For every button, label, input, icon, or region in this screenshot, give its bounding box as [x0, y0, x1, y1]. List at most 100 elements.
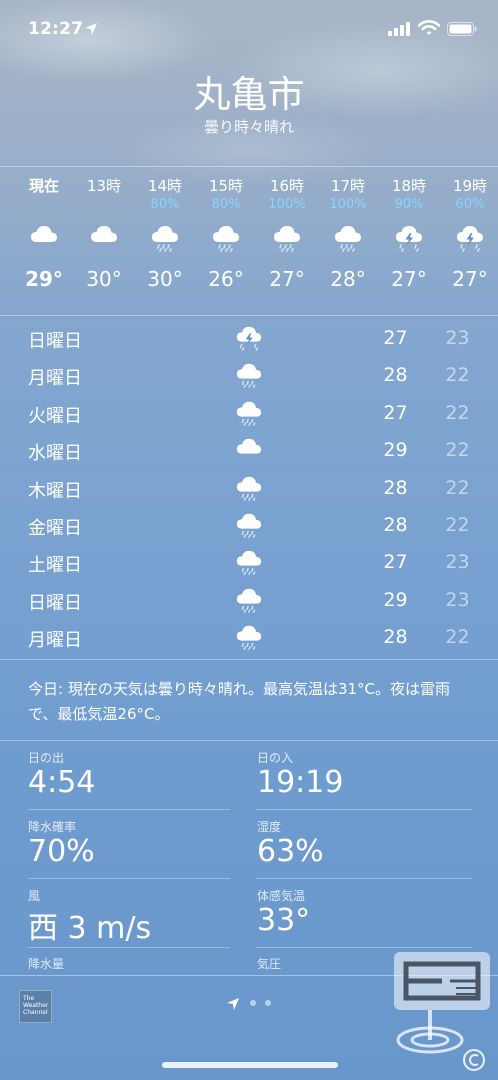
divider	[0, 659, 498, 660]
precip-chance-label: 降水確率	[28, 820, 77, 834]
day-high-temp: 27	[383, 401, 408, 424]
feels-like-value: 33°	[257, 903, 311, 938]
page-dot[interactable]	[265, 1000, 271, 1006]
day-high-temp: 28	[383, 626, 408, 649]
wind-label: 風	[28, 889, 41, 903]
cloud-rain-icon	[149, 222, 181, 252]
cloud-rain-icon	[234, 360, 264, 390]
day-low-temp: 22	[445, 476, 470, 499]
hourly-item: 19時 60% 27°	[440, 176, 498, 292]
hourly-item: 16時 100% 27°	[257, 176, 317, 292]
cloud-rain-icon	[234, 398, 264, 428]
watermark-logo	[394, 952, 490, 1071]
day-high-temp: 27	[383, 551, 408, 574]
divider	[28, 809, 230, 810]
daily-row: 火曜日 27 22	[0, 395, 498, 432]
hour-temperature: 27°	[452, 267, 488, 291]
hour-precip-chance: 100%	[329, 197, 367, 212]
cloud-rain-icon	[234, 473, 264, 503]
hour-label: 18時	[391, 177, 427, 195]
daily-row: 水曜日 29 22	[0, 432, 498, 469]
hour-precip-chance: 100%	[268, 197, 306, 212]
cloud-rain-icon	[234, 510, 264, 540]
day-low-temp: 23	[445, 588, 470, 611]
day-name: 日曜日	[28, 331, 82, 352]
day-high-temp: 27	[383, 327, 408, 349]
day-name: 月曜日	[28, 630, 82, 652]
cloud-bolt-rain-icon	[234, 323, 264, 353]
day-low-temp: 23	[445, 551, 470, 574]
cloud-bolt-rain-icon	[393, 222, 425, 252]
day-low-temp: 22	[445, 439, 470, 462]
wind-value: 西 3 m/s	[28, 911, 152, 946]
hour-precip-chance: 90%	[394, 197, 424, 212]
today-summary: 今日: 現在の天気は曇り時々晴れ。最高気温は31°C。夜は雷雨で、最低気温26°…	[28, 680, 451, 723]
cloud-icon	[234, 435, 264, 465]
daily-row: 日曜日 27 23	[0, 320, 498, 357]
location-arrow-icon	[85, 23, 97, 35]
hour-label: 14時	[147, 177, 183, 195]
divider	[28, 947, 230, 948]
hour-temperature: 30°	[86, 267, 122, 291]
divider	[256, 809, 472, 810]
home-indicator[interactable]	[162, 1062, 338, 1068]
day-low-temp: 23	[445, 327, 470, 349]
daily-row: 木曜日 28 22	[0, 470, 498, 507]
sunrise-label: 日の出	[28, 751, 65, 765]
day-low-temp: 22	[445, 514, 470, 536]
hour-label: 19時	[452, 177, 488, 195]
day-name: 金曜日	[28, 518, 82, 539]
current-location-page-icon[interactable]	[226, 997, 240, 1011]
day-name: 日曜日	[28, 592, 82, 614]
daily-row: 土曜日 27 23	[0, 544, 498, 581]
hour-temperature: 26°	[208, 267, 244, 291]
cloud-rain-icon	[234, 547, 264, 577]
hourly-item: 15時 80% 26°	[196, 176, 256, 292]
city-name: 丸亀市	[193, 73, 305, 116]
weather-channel-logo[interactable]: The Weather Channel	[19, 990, 52, 1023]
hour-temperature: 30°	[147, 267, 183, 291]
status-time: 12:27	[28, 19, 84, 39]
day-high-temp: 29	[383, 588, 408, 611]
cloud-icon	[88, 222, 120, 252]
hourly-item: 18時 90% 27°	[379, 176, 439, 292]
sunrise-value: 4:54	[28, 765, 96, 800]
hour-label: 15時	[208, 177, 244, 195]
day-low-temp: 22	[445, 364, 470, 387]
page-dot[interactable]	[250, 1000, 256, 1006]
hourly-item: 17時 100% 28°	[318, 176, 378, 292]
day-name: 土曜日	[28, 555, 82, 577]
cellular-signal-icon	[388, 22, 410, 36]
pressure-label: 気圧	[257, 957, 282, 971]
day-name: 月曜日	[28, 368, 82, 390]
daily-row: 月曜日 28 22	[0, 619, 498, 656]
cloud-icon	[28, 222, 60, 252]
hour-label: 17時	[330, 177, 366, 195]
hour-temperature: 28°	[330, 267, 366, 291]
hour-temperature: 27°	[269, 267, 305, 291]
hour-precip-chance	[74, 196, 134, 214]
precip-chance-value: 70%	[28, 834, 95, 869]
daily-row: 金曜日 28 22	[0, 507, 498, 544]
cloud-rain-icon	[210, 222, 242, 252]
wifi-icon	[418, 20, 440, 35]
divider	[0, 315, 498, 316]
hour-precip-chance	[14, 196, 74, 214]
current-condition: 曇り時々晴れ	[203, 118, 294, 136]
daily-row: 月曜日 28 22	[0, 357, 498, 394]
hour-label: 16時	[269, 177, 305, 195]
divider	[0, 166, 498, 167]
cloud-bolt-rain-icon	[454, 222, 486, 252]
day-name: 木曜日	[28, 480, 82, 502]
humidity-value: 63%	[257, 834, 324, 869]
hour-temperature: 27°	[391, 267, 427, 291]
cloud-rain-icon	[234, 585, 264, 615]
battery-icon	[447, 22, 477, 36]
hour-precip-chance: 80%	[211, 197, 241, 212]
feels-like-label: 体感気温	[257, 889, 306, 903]
divider	[0, 740, 498, 741]
cloud-rain-icon	[332, 222, 364, 252]
day-high-temp: 29	[383, 439, 408, 462]
hour-temperature: 29°	[25, 267, 63, 291]
divider	[28, 878, 230, 879]
